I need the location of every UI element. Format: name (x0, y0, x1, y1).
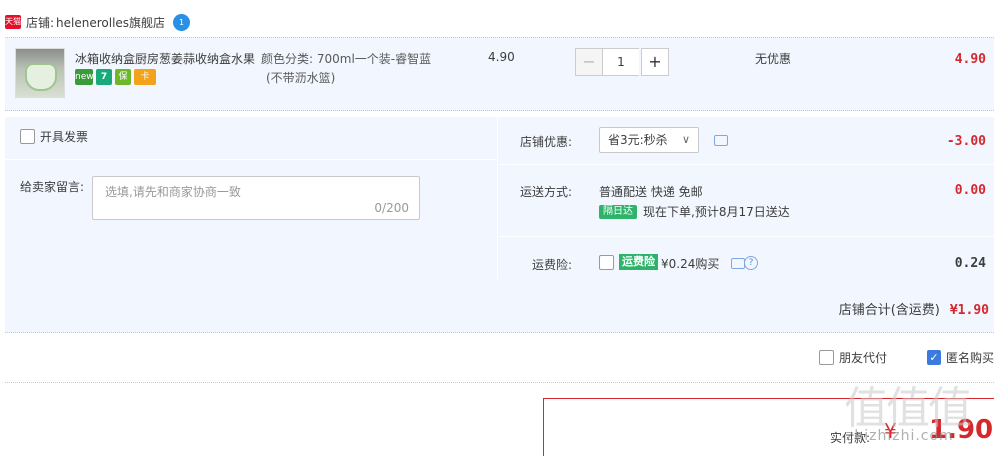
insurance-label: 运费险: (531, 258, 572, 272)
delivery-note: 现在下单,预计8月17日送达 (643, 205, 790, 219)
shop-discount-row: 店铺优惠: 省3元:秒杀 ∨ -3.00 (499, 117, 994, 165)
qty-increase-button[interactable]: + (641, 48, 669, 76)
item-sku: 颜色分类: 700ml一个装-睿智蓝 (不带沥水篮) (261, 50, 431, 88)
anonymous-purchase-option[interactable]: ✓ 匿名购买 (927, 349, 994, 366)
seven-day-return-icon[interactable]: 7 (96, 69, 112, 85)
order-confirm-page: 天猫 店铺: helenerolles旗舰店 1 冰箱收纳盒厨房葱姜蒜收纳盒水果… (0, 0, 994, 456)
item-promo: 无优惠 (755, 52, 792, 66)
insurance-checkbox[interactable] (599, 255, 614, 270)
shipping-label: 运送方式: (519, 185, 572, 199)
pay-currency: ¥ (884, 419, 897, 443)
insurance-badge: 运费险 (619, 254, 658, 270)
shop-subtotal: 店铺合计(含运费) ¥1.90 (839, 299, 989, 318)
sku-value: (不带沥水篮) (266, 71, 336, 85)
qty-input[interactable]: 1 (603, 48, 639, 76)
shop-header: 天猫 店铺: helenerolles旗舰店 1 (0, 10, 191, 34)
friend-pay-option[interactable]: 朋友代付 (819, 349, 887, 366)
comment-icon[interactable] (731, 258, 745, 269)
memo-placeholder: 选填,请先和商家协商一致 (105, 185, 241, 199)
item-title-link[interactable]: 冰箱收纳盒厨房葱姜蒜收纳盒水果 (75, 50, 255, 67)
shipping-method: 普通配送 快递 免邮 (599, 185, 703, 199)
divider (5, 382, 994, 383)
shop-discount-selected: 省3元:秒杀 (608, 133, 668, 147)
payment-summary-box: 实付款: ¥ 1.90 (543, 398, 994, 456)
service-icons: new 7 保 卡 (75, 69, 156, 85)
wangwang-chat-icon[interactable]: 1 (173, 13, 191, 31)
pay-label: 实付款: (830, 431, 871, 445)
shop-discount-label: 店铺优惠: (519, 135, 572, 149)
insurance-row: 运费险: 运费险 ¥0.24购买 ? 0.24 (499, 237, 994, 281)
invoice-checkbox[interactable] (20, 129, 35, 144)
options-right: 店铺优惠: 省3元:秒杀 ∨ -3.00 运送方式: 普通配送 快递 免邮 隔日… (499, 117, 994, 279)
credit-card-icon[interactable]: 卡 (134, 69, 156, 85)
shipping-value: 0.00 (954, 183, 986, 198)
guarantee-icon[interactable]: 保 (115, 69, 131, 85)
divider (5, 159, 498, 160)
new-product-icon[interactable]: new (75, 69, 94, 85)
shipping-row: 运送方式: 普通配送 快递 免邮 隔日达 现在下单,预计8月17日送达 0.00 (499, 165, 994, 237)
sku-label: 颜色分类: 700ml一个装-睿智蓝 (261, 52, 432, 66)
item-total: 4.90 (954, 52, 986, 67)
options-left: 开具发票 给卖家留言: 选填,请先和商家协商一致 0/200 (5, 117, 498, 279)
thumbnail-image (25, 63, 57, 91)
subtotal-label: 店铺合计(含运费) (838, 303, 940, 318)
anonymous-checkbox[interactable]: ✓ (927, 350, 941, 365)
shop-discount-value: -3.00 (946, 134, 986, 149)
shop-label: 店铺: (26, 15, 55, 30)
anonymous-label: 匿名购买 (945, 351, 994, 365)
memo-label: 给卖家留言: (20, 180, 85, 194)
memo-textarea[interactable]: 选填,请先和商家协商一致 0/200 (92, 176, 420, 220)
insurance-price: ¥0.24购买 (661, 257, 720, 271)
memo-char-count: 0/200 (374, 201, 409, 215)
tmall-badge-icon: 天猫 (5, 15, 21, 29)
unit-price: 4.90 (488, 50, 515, 64)
friend-pay-label: 朋友代付 (839, 351, 888, 365)
invoice-option[interactable]: 开具发票 (20, 128, 88, 145)
qty-decrease-button[interactable]: − (575, 48, 603, 76)
insurance-value: 0.24 (954, 256, 986, 271)
cart-item-row: 冰箱收纳盒厨房葱姜蒜收纳盒水果 new 7 保 卡 颜色分类: 700ml一个装… (5, 37, 994, 111)
delivery-info: 隔日达 现在下单,预计8月17日送达 (599, 203, 790, 220)
invoice-label: 开具发票 (40, 130, 89, 144)
help-icon[interactable]: ? (744, 256, 758, 270)
order-options-panel: 开具发票 给卖家留言: 选填,请先和商家协商一致 0/200 店铺优惠: 省3元… (5, 117, 994, 333)
quantity-stepper: − 1 + (575, 48, 669, 76)
friend-pay-checkbox[interactable] (819, 350, 834, 365)
chevron-down-icon: ∨ (681, 133, 690, 146)
next-day-badge: 隔日达 (599, 204, 637, 219)
item-thumbnail[interactable] (15, 48, 65, 98)
pay-amount: 1.90 (929, 415, 994, 445)
shop-name-link[interactable]: helenerolles旗舰店 (56, 14, 165, 31)
comment-icon[interactable] (714, 135, 728, 146)
subtotal-value: ¥1.90 (949, 303, 989, 318)
shop-discount-select[interactable]: 省3元:秒杀 ∨ (599, 127, 699, 153)
